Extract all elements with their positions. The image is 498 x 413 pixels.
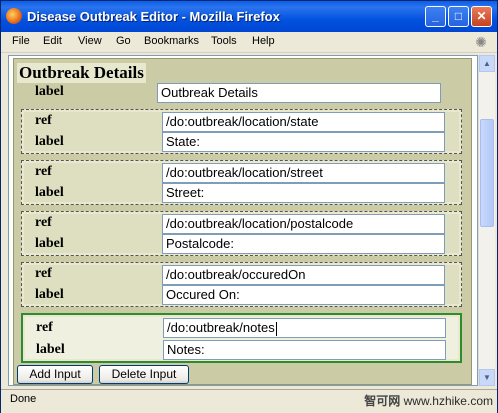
scroll-up-icon[interactable]: ▲ xyxy=(479,55,495,72)
window-title: Disease Outbreak Editor - Mozilla Firefo… xyxy=(27,9,280,24)
scroll-down-icon[interactable]: ▼ xyxy=(479,369,495,386)
maximize-button[interactable]: □ xyxy=(448,6,469,27)
label-input[interactable]: Postalcode: xyxy=(162,234,445,254)
ref-input[interactable]: /do:outbreak/location/postalcode xyxy=(162,214,445,234)
ref-caption: ref xyxy=(35,215,52,230)
ref-caption: ref xyxy=(35,113,52,128)
label-caption: label xyxy=(35,236,64,251)
status-bar: Done 智可网 www.hzhike.com xyxy=(1,389,497,413)
label-input[interactable]: State: xyxy=(162,132,445,152)
scroll-thumb[interactable] xyxy=(480,119,494,227)
menu-tools[interactable]: Tools xyxy=(211,35,237,47)
outbreak-editor: Outbreak Details label Outbreak Details … xyxy=(13,58,472,385)
label-input[interactable]: Notes: xyxy=(163,340,446,360)
label-caption: label xyxy=(35,134,64,149)
menu-file[interactable]: File xyxy=(12,35,30,47)
add-input-button[interactable]: Add Input xyxy=(17,365,93,384)
ref-input[interactable]: /do:outbreak/occuredOn xyxy=(162,265,445,285)
menu-bookmarks[interactable]: Bookmarks xyxy=(144,35,199,47)
maximize-icon: □ xyxy=(454,9,463,23)
section-heading: Outbreak Details xyxy=(17,63,146,83)
vertical-scrollbar[interactable]: ▲ ▼ xyxy=(478,55,495,386)
watermark: 智可网 www.hzhike.com xyxy=(364,394,493,408)
status-text: Done xyxy=(10,393,37,405)
ref-caption: ref xyxy=(36,320,53,335)
delete-input-button[interactable]: Delete Input xyxy=(99,365,189,384)
ref-input-value: /do:outbreak/notes xyxy=(167,320,275,335)
ref-caption: ref xyxy=(35,164,52,179)
page-content: Outbreak Details label Outbreak Details … xyxy=(8,55,478,386)
close-button[interactable]: ✕ xyxy=(471,6,492,27)
label-caption: label xyxy=(35,185,64,200)
input-group-state[interactable]: ref label /do:outbreak/location/state St… xyxy=(21,109,462,154)
browser-window: Disease Outbreak Editor - Mozilla Firefo… xyxy=(0,0,498,413)
close-icon: ✕ xyxy=(476,9,487,23)
menu-view[interactable]: View xyxy=(78,35,102,47)
firefox-icon xyxy=(6,8,22,24)
label-caption: label xyxy=(36,342,65,357)
label-caption: label xyxy=(35,287,64,302)
ref-input[interactable]: /do:outbreak/location/street xyxy=(162,163,445,183)
minimize-icon: _ xyxy=(432,9,439,23)
minimize-button[interactable]: _ xyxy=(425,6,446,27)
menu-edit[interactable]: Edit xyxy=(43,35,62,47)
menu-go[interactable]: Go xyxy=(116,35,131,47)
throbber-icon: ✺ xyxy=(475,34,487,50)
title-bar[interactable]: Disease Outbreak Editor - Mozilla Firefo… xyxy=(1,1,497,32)
label-input[interactable]: Street: xyxy=(162,183,445,203)
input-group-postalcode[interactable]: ref label /do:outbreak/location/postalco… xyxy=(21,211,462,256)
text-caret xyxy=(275,321,277,336)
ref-input[interactable]: /do:outbreak/location/state xyxy=(162,112,445,132)
input-group-occuredon[interactable]: ref label /do:outbreak/occuredOn Occured… xyxy=(21,262,462,307)
menu-bar: File Edit View Go Bookmarks Tools Help xyxy=(1,32,497,53)
ref-input[interactable]: /do:outbreak/notes xyxy=(163,318,446,338)
input-group-notes[interactable]: ref label /do:outbreak/notes Notes: xyxy=(21,313,462,363)
ref-caption: ref xyxy=(35,266,52,281)
main-label-input[interactable]: Outbreak Details xyxy=(157,83,441,103)
label-input[interactable]: Occured On: xyxy=(162,285,445,305)
menu-help[interactable]: Help xyxy=(252,35,275,47)
input-group-street[interactable]: ref label /do:outbreak/location/street S… xyxy=(21,160,462,205)
main-label-caption: label xyxy=(35,84,64,99)
